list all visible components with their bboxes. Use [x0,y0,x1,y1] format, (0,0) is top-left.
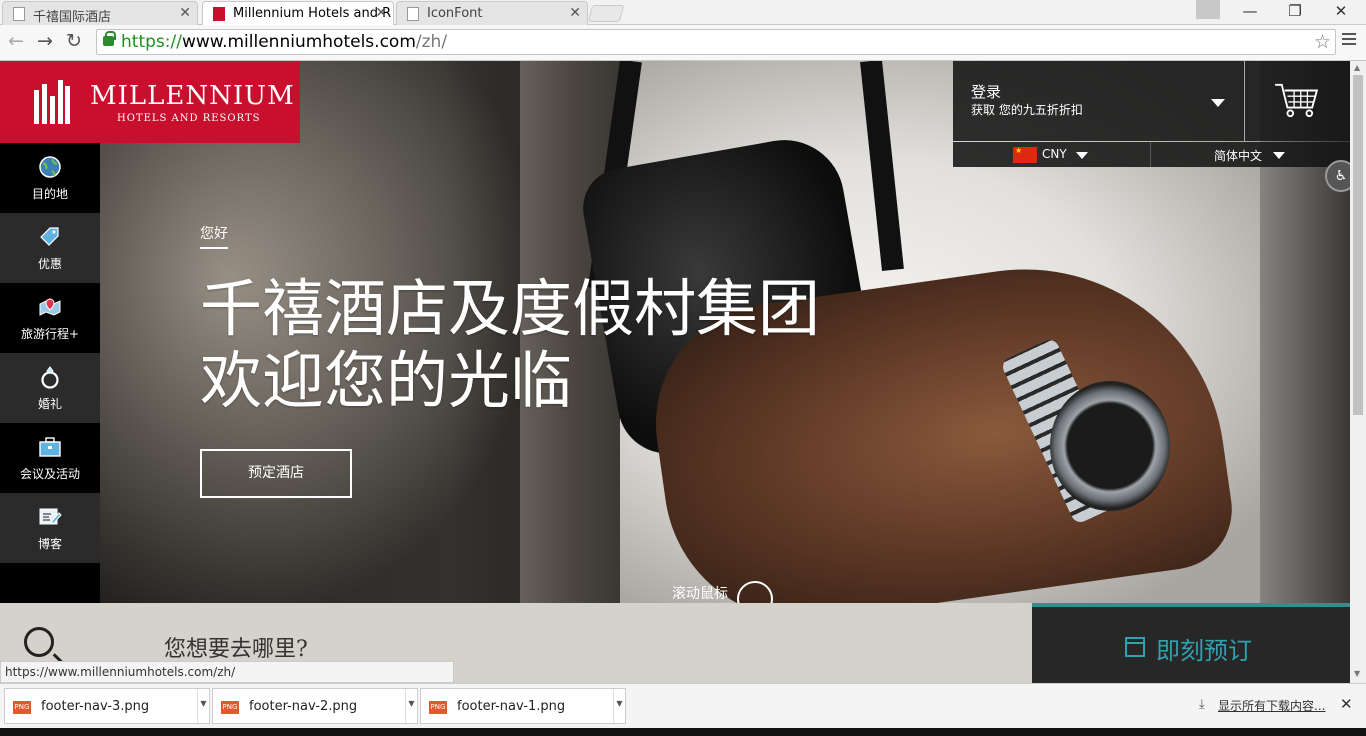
chevron-down-icon[interactable]: ▼ [197,689,209,723]
tab-title: Millennium Hotels and R [233,6,392,21]
download-filename: footer-nav-3.png [41,699,150,714]
chevron-down-icon[interactable]: ▼ [613,689,625,723]
nav-item-weddings[interactable]: 婚礼 [0,353,100,423]
nav-label: 优惠 [37,257,62,271]
tab-millennium-cn[interactable]: 千禧国际酒店 ✕ [2,1,198,25]
nav-item-offers[interactable]: 优惠 [0,213,100,283]
bookmark-star-icon[interactable]: ☆ [1314,31,1331,53]
ring-icon [41,366,59,389]
tab-millennium-hotels[interactable]: Millennium Hotels and R ✕ [202,1,394,26]
millennium-favicon-icon [213,7,225,21]
download-item[interactable]: PNG footer-nav-1.png ▼ [420,688,626,724]
calendar-icon [1125,637,1145,657]
download-icon: ⤓ [1199,697,1205,712]
account-panel[interactable]: 登录 获取 您的九五折折扣 [953,61,1244,141]
headline-line-2: 欢迎您的光临 [200,344,573,417]
toolbar: ← → ↻ https://www.millenniumhotels.com/z… [0,25,1366,61]
download-shelf: PNG footer-nav-3.png ▼ PNG footer-nav-2.… [0,683,1366,728]
currency-language-bar: CNY 简体中文 [953,142,1350,167]
png-file-icon: PNG [221,701,239,714]
nav-label: 目的地 [31,187,68,201]
page-scrollbar[interactable]: ▲ ▼ [1350,61,1366,683]
discount-text: 获取 您的九五折折扣 [971,103,1083,117]
nav-item-destinations[interactable]: 目的地 [0,143,100,213]
png-file-icon: PNG [13,701,31,714]
chevron-down-icon [1273,152,1285,159]
edit-icon [39,508,62,525]
greeting: 您好 [200,223,228,249]
tab-title: IconFont [427,6,483,21]
scroll-hint: 滚动鼠标 [672,586,728,602]
brand-name: MILLENNIUM [90,81,295,111]
download-filename: footer-nav-1.png [457,699,566,714]
china-flag-icon [1013,146,1037,163]
nav-item-itinerary[interactable]: 旅游行程+ [0,283,100,353]
hero-headline: 千禧酒店及度假村集团 欢迎您的光临 [200,273,820,417]
close-tab-icon[interactable]: ✕ [179,5,191,21]
currency-code: CNY [1042,147,1067,161]
close-tab-icon[interactable]: ✕ [569,5,581,21]
minimize-icon[interactable]: — [1230,2,1270,20]
cart-icon [1275,83,1319,118]
headline-line-1: 千禧酒店及度假村集团 [200,272,821,345]
tab-iconfont[interactable]: IconFont ✕ [396,1,588,25]
reload-icon[interactable]: ↻ [66,30,82,52]
maximize-icon[interactable]: ❐ [1275,2,1315,20]
chevron-down-icon[interactable]: ▼ [405,689,417,723]
page-icon [13,7,25,21]
tag-icon [40,227,59,246]
download-item[interactable]: PNG footer-nav-3.png ▼ [4,688,210,724]
language-label: 简体中文 [1214,149,1263,163]
url-host: www.millenniumhotels.com [181,32,416,52]
tab-strip: 千禧国际酒店 ✕ Millennium Hotels and R ✕ IconF… [0,0,1366,26]
login-link[interactable]: 登录 [971,81,1001,102]
millennium-logo[interactable]: MILLENNIUM HOTELS AND RESORTS [0,61,300,143]
address-bar[interactable]: https://www.millenniumhotels.com/zh/ ☆ [96,29,1336,55]
download-filename: footer-nav-2.png [249,699,358,714]
reserve-now-button[interactable]: 即刻预订 [1032,603,1350,683]
cart-button[interactable] [1245,61,1350,141]
secure-lock-icon [103,31,116,46]
tab-title: 千禧国际酒店 [33,10,112,25]
show-all-downloads-link[interactable]: 显示所有下载内容... [1218,697,1325,714]
close-shelf-icon[interactable]: ✕ [1340,695,1353,713]
url-path: /zh/ [415,32,448,52]
book-hotel-button[interactable]: 预定酒店 [200,449,352,498]
status-bar-url: https://www.millenniumhotels.com/zh/ [0,661,454,683]
search-input[interactable]: 您想要去哪里? [164,631,308,663]
nav-item-meetings[interactable]: 会议及活动 [0,423,100,493]
page-icon [407,7,419,21]
png-file-icon: PNG [429,701,447,714]
profile-icon[interactable] [1196,0,1220,19]
map-pin-icon [39,298,61,316]
side-navigation: 目的地 优惠 旅游行程+ 婚礼 会议及活动 博客 [0,143,100,603]
url-scheme: https:// [121,32,182,52]
download-item[interactable]: PNG footer-nav-2.png ▼ [212,688,418,724]
close-window-icon[interactable]: ✕ [1321,2,1361,20]
browser-menu-icon[interactable] [1342,33,1356,48]
nav-label: 旅游行程+ [20,327,80,341]
logo-mark-icon [34,80,70,124]
nav-label: 博客 [37,537,62,551]
globe-icon [39,156,61,178]
search-icon[interactable] [24,627,54,657]
briefcase-icon [39,437,61,457]
forward-icon[interactable]: → [37,30,53,52]
chevron-down-icon [1076,152,1088,159]
close-tab-icon[interactable]: ✕ [375,5,387,21]
reserve-label: 即刻预订 [1156,637,1252,665]
chevron-down-icon[interactable] [1211,99,1225,107]
brand-tagline: HOTELS AND RESORTS [117,113,261,124]
new-tab-button[interactable] [587,5,625,22]
taskbar [0,728,1366,736]
web-page: MILLENNIUM HOTELS AND RESORTS 目的地 优惠 旅游行… [0,61,1350,683]
nav-label: 婚礼 [37,397,62,411]
nav-label: 会议及活动 [19,467,80,481]
nav-item-blog[interactable]: 博客 [0,493,100,563]
back-icon[interactable]: ← [8,30,24,52]
